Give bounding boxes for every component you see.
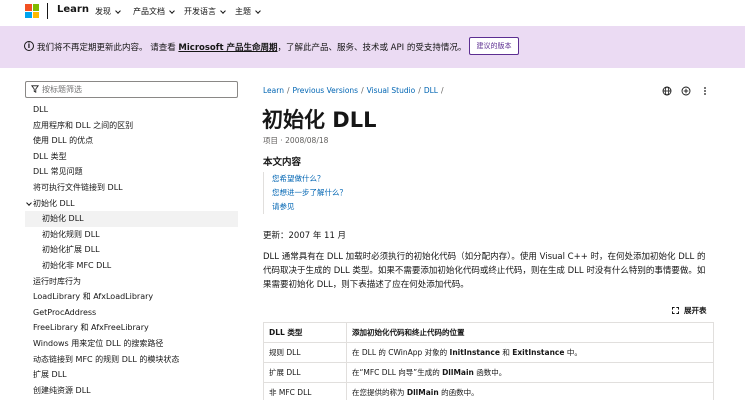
toc-item[interactable]: 初始化扩展 DLL — [25, 242, 238, 258]
learn-home-link[interactable]: Learn — [57, 4, 89, 15]
cell-text: 函数中。 — [473, 368, 507, 377]
meta-date: 2008/08/18 — [285, 136, 329, 145]
breadcrumb: Learn / Previous Versions / Visual Studio / DL… — [263, 86, 446, 95]
filter-input[interactable] — [42, 83, 232, 96]
recommended-version-button[interactable]: 建议的版本 — [469, 37, 519, 55]
breadcrumb-item[interactable]: DLL — [424, 86, 438, 95]
chevron-down-icon — [169, 7, 175, 14]
cell-text: 在“MFC DLL 向导”生成的 — [352, 368, 443, 377]
toc-item[interactable]: 扩展 DLL — [25, 367, 238, 383]
breadcrumb-separator: / — [361, 86, 364, 95]
toc-item[interactable]: 初始化非 MFC DLL — [25, 258, 238, 274]
breadcrumb-separator: / — [418, 86, 421, 95]
cell-code: DllMain — [442, 368, 474, 377]
toc-item[interactable]: 初始化规则 DLL — [25, 227, 238, 243]
nav-languages-menu[interactable]: 开发语言 — [184, 6, 226, 17]
table-header: 添加初始化代码和终止代码的位置 — [346, 322, 714, 343]
expand-icon — [672, 307, 679, 314]
toc-item[interactable]: DLL 类型 — [25, 149, 238, 165]
cell-text: 在 DLL 的 CWinApp 对象的 — [352, 348, 450, 357]
table-of-contents: DLL 应用程序和 DLL 之间的区别 使用 DLL 的优点 DLL 类型 DL… — [25, 102, 238, 398]
table-row: 扩展 DLL 在“MFC DLL 向导”生成的 DllMain 函数中。 — [263, 362, 714, 383]
table-cell: 扩展 DLL — [263, 362, 347, 383]
toc-item-label: 初始化 DLL — [33, 198, 75, 208]
nav-product-docs-label: 产品文档 — [133, 7, 165, 16]
banner-message: 我们将不再定期更新此内容。 请查看 Microsoft 产品生命周期，了解此产品… — [37, 41, 466, 53]
breadcrumb-item[interactable]: Learn — [263, 86, 284, 95]
toc-item[interactable]: DLL 常见问题 — [25, 164, 238, 180]
article-meta: 项目 · 2008/08/18 — [263, 135, 328, 146]
table-header-row: DLL 类型 添加初始化代码和终止代码的位置 — [263, 322, 714, 343]
globe-icon[interactable] — [662, 86, 672, 96]
cell-text: 在您提供的称为 — [352, 388, 407, 397]
banner-text-before: 我们将不再定期更新此内容。 请查看 — [37, 43, 179, 53]
toc-item-active[interactable]: 初始化 DLL — [25, 211, 238, 227]
nav-languages-label: 开发语言 — [184, 7, 216, 16]
cell-code: InitInstance — [449, 348, 500, 357]
update-note: 更新：2007 年 11 月 — [263, 231, 347, 241]
in-page-link[interactable]: 您希望做什么？ — [272, 172, 463, 186]
cell-text: 和 — [499, 348, 513, 357]
table-cell: 在 DLL 的 CWinApp 对象的 InitInstance 和 ExitI… — [346, 342, 714, 363]
expand-table-button[interactable]: 展开表 — [672, 305, 707, 316]
table-cell: 在您提供的称为 DllMain 的函数中。 — [346, 382, 714, 400]
toc-item-expanded[interactable]: 初始化 DLL — [25, 196, 238, 212]
breadcrumb-item[interactable]: Previous Versions — [293, 86, 359, 95]
nav-topics-label: 主题 — [235, 7, 251, 16]
in-page-navigation: 您希望做什么？ 您想进一步了解什么？ 请参见 — [263, 172, 463, 214]
toc-item[interactable]: FreeLibrary 和 AfxFreeLibrary — [25, 320, 238, 336]
meta-type: 项目 — [263, 136, 278, 145]
toc-item[interactable]: 使用 DLL 的优点 — [25, 133, 238, 149]
body-paragraph: DLL 通常具有在 DLL 加载时必须执行的初始化代码（如分配内存）。使用 Vi… — [263, 252, 706, 290]
top-navigation: Learn 发现 产品文档 开发语言 主题 — [0, 0, 745, 24]
add-to-collection-icon[interactable] — [681, 86, 691, 96]
in-page-link[interactable]: 请参见 — [272, 200, 463, 214]
expand-table-label: 展开表 — [684, 306, 707, 315]
cell-text: 的函数中。 — [438, 388, 479, 397]
toc-item[interactable]: 运行时库行为 — [25, 274, 238, 290]
retirement-banner: i 我们将不再定期更新此内容。 请查看 Microsoft 产品生命周期，了解此… — [0, 26, 745, 68]
breadcrumb-item[interactable]: Visual Studio — [367, 86, 416, 95]
nav-product-docs-menu[interactable]: 产品文档 — [133, 6, 175, 17]
toc-item[interactable]: 动态链接到 MFC 的规则 DLL 的模块状态 — [25, 352, 238, 368]
banner-text-after: ，了解此产品、服务、技术或 API 的受支持情况。 — [277, 43, 467, 53]
cell-text: 中。 — [564, 348, 582, 357]
product-lifecycle-link[interactable]: Microsoft 产品生命周期 — [178, 43, 277, 53]
more-options-icon[interactable] — [700, 86, 710, 96]
chevron-down-icon[interactable] — [26, 199, 32, 206]
nav-topics-menu[interactable]: 主题 — [235, 6, 261, 17]
table-row: 非 MFC DLL 在您提供的称为 DllMain 的函数中。 — [263, 382, 714, 400]
filter-icon — [31, 85, 39, 93]
table-row: 规则 DLL 在 DLL 的 CWinApp 对象的 InitInstance … — [263, 342, 714, 363]
chevron-down-icon — [115, 7, 121, 14]
toc-item[interactable]: Windows 用来定位 DLL 的搜索路径 — [25, 336, 238, 352]
title-filter[interactable] — [25, 81, 238, 98]
toc-item[interactable]: LoadLibrary 和 AfxLoadLibrary — [25, 289, 238, 305]
nav-discover-menu[interactable]: 发现 — [95, 6, 121, 17]
toc-item[interactable]: DLL — [25, 102, 238, 118]
table-cell: 规则 DLL — [263, 342, 347, 363]
toc-item[interactable]: 创建纯资源 DLL — [25, 383, 238, 399]
toc-item[interactable]: 应用程序和 DLL 之间的区别 — [25, 118, 238, 134]
microsoft-logo-icon[interactable] — [25, 4, 39, 18]
toc-item[interactable]: 将可执行文件链接到 DLL — [25, 180, 238, 196]
in-this-article-heading: 本文内容 — [263, 157, 302, 168]
nav-divider — [47, 3, 48, 19]
in-page-link[interactable]: 您想进一步了解什么？ — [272, 186, 463, 200]
nav-discover-label: 发现 — [95, 7, 111, 16]
breadcrumb-separator: / — [440, 86, 444, 95]
cell-code: DllMain — [406, 388, 439, 397]
toc-item[interactable]: GetProcAddress — [25, 305, 238, 321]
table-cell: 非 MFC DLL — [263, 382, 347, 400]
table-header: DLL 类型 — [263, 322, 347, 343]
chevron-down-icon — [220, 7, 226, 14]
info-icon: i — [24, 41, 34, 51]
cell-code: ExitInstance — [512, 348, 565, 357]
breadcrumb-separator: / — [286, 86, 290, 95]
page-title: 初始化 DLL — [262, 108, 377, 132]
table-cell: 在“MFC DLL 向导”生成的 DllMain 函数中。 — [346, 362, 714, 383]
chevron-down-icon — [255, 7, 261, 14]
init-location-table: DLL 类型 添加初始化代码和终止代码的位置 规则 DLL 在 DLL 的 CW… — [263, 322, 714, 400]
